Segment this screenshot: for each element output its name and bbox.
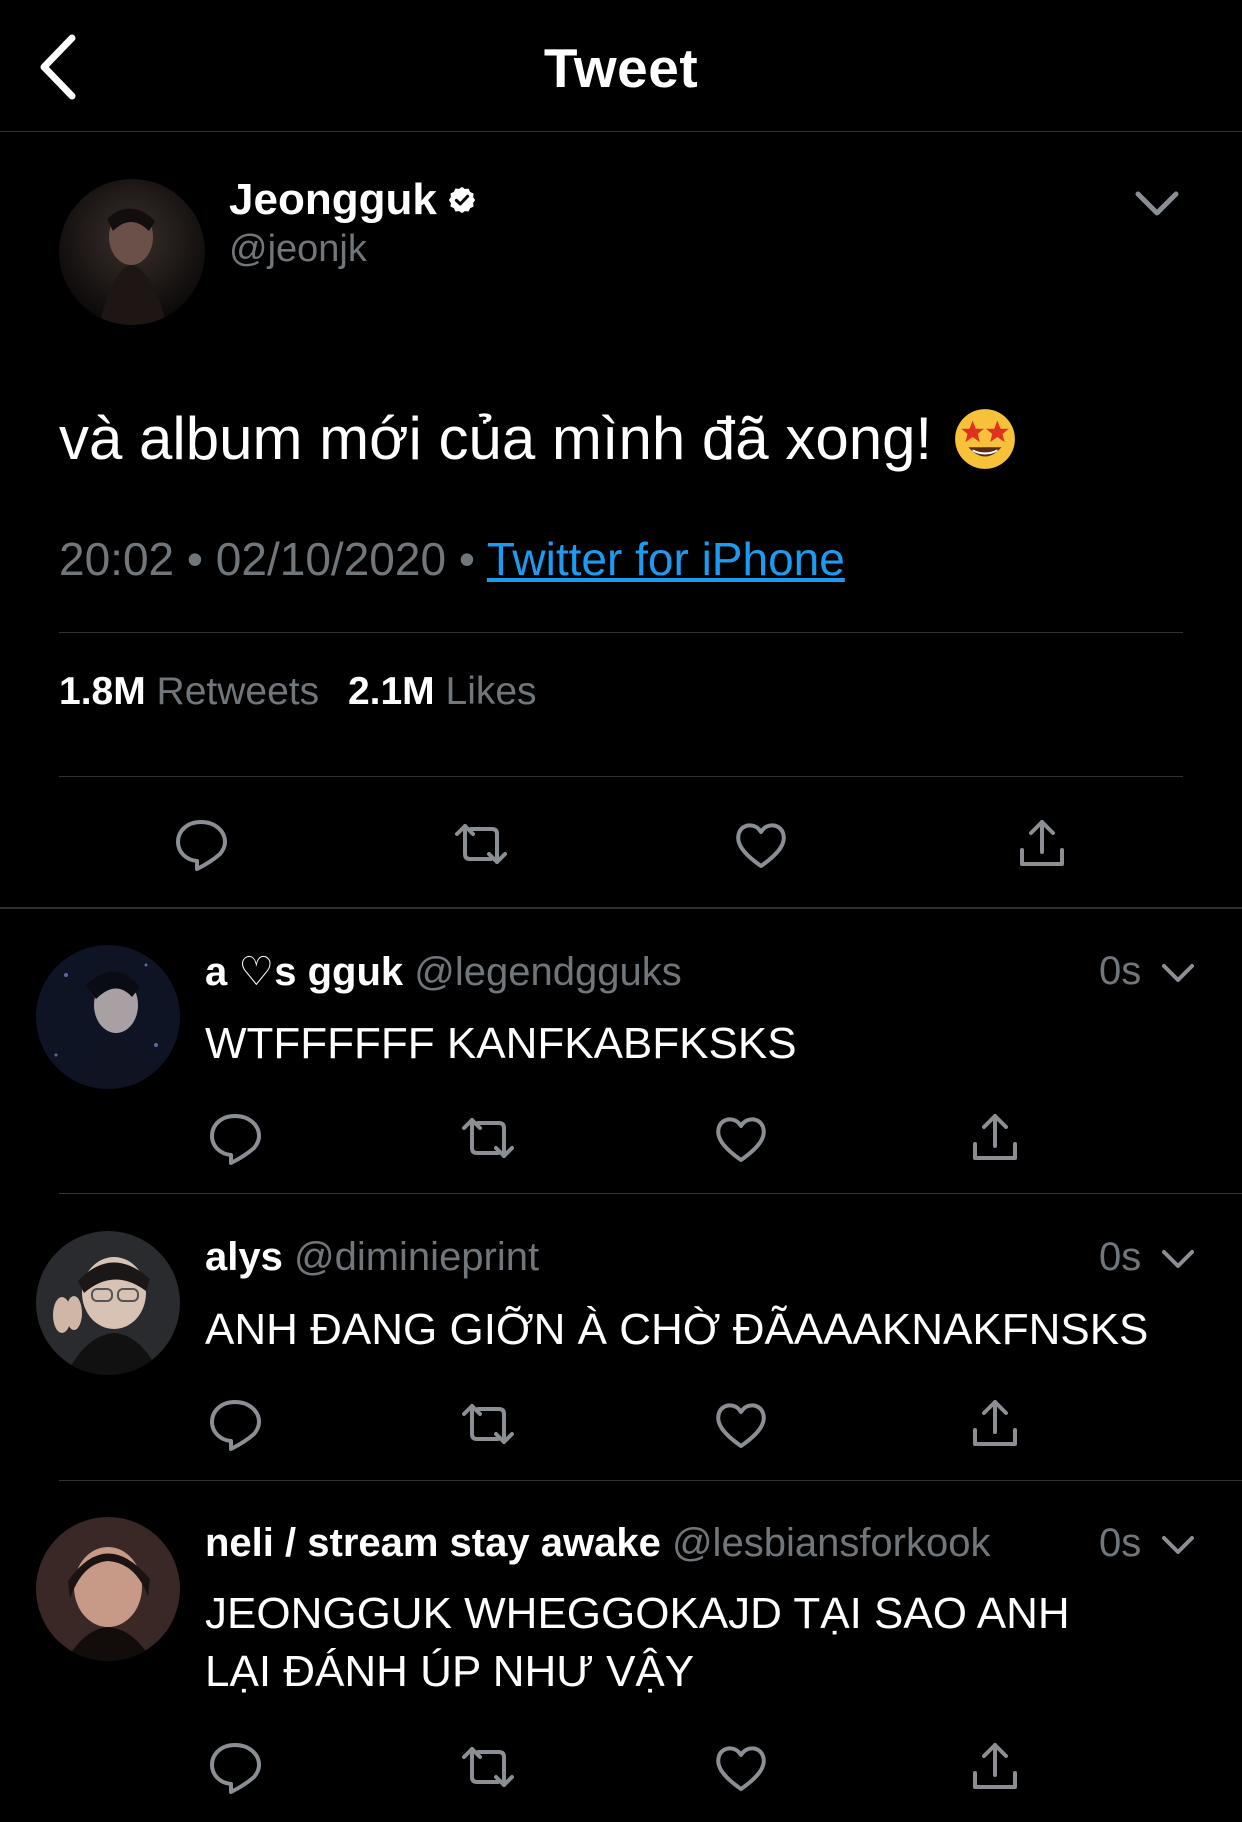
retweet-icon[interactable] xyxy=(458,1737,518,1797)
share-icon[interactable] xyxy=(965,1737,1025,1797)
section-divider xyxy=(0,907,1242,909)
retweet-icon[interactable] xyxy=(458,1394,518,1454)
top-bar: Tweet xyxy=(0,0,1242,132)
reply-text: ANH ĐANG GIỠN À CHỜ ĐÃAAAKNAKFNSKS xyxy=(205,1305,1149,1354)
reply-icon[interactable] xyxy=(205,1737,265,1797)
author-handle[interactable]: @jeonjk xyxy=(229,228,367,271)
retweets-stat[interactable]: 1.8M Retweets xyxy=(59,670,319,713)
reply-avatar[interactable] xyxy=(36,945,180,1089)
chevron-down-icon[interactable] xyxy=(1160,1531,1196,1561)
share-icon[interactable] xyxy=(1012,814,1072,874)
reply-author-name[interactable]: neli / stream stay awake xyxy=(205,1521,661,1565)
chevron-down-icon[interactable] xyxy=(1160,959,1196,989)
reply-icon[interactable] xyxy=(171,814,231,874)
reply-author-handle[interactable]: @legendgguks xyxy=(414,950,681,994)
reply-avatar[interactable] xyxy=(36,1517,180,1661)
divider xyxy=(59,1480,1242,1481)
reply-time: 0s xyxy=(1099,1235,1142,1279)
tweet-stats: 1.8M Retweets 2.1M Likes xyxy=(59,670,537,714)
retweet-icon[interactable] xyxy=(458,1108,518,1168)
reply-time: 0s xyxy=(1099,949,1142,993)
like-heart-icon[interactable] xyxy=(731,814,791,874)
divider xyxy=(59,632,1183,633)
retweet-icon[interactable] xyxy=(451,814,511,874)
share-icon[interactable] xyxy=(965,1108,1025,1168)
tweet-text: và album mới của mình đã xong! xyxy=(59,404,1018,473)
like-heart-icon[interactable] xyxy=(711,1737,771,1797)
like-heart-icon[interactable] xyxy=(711,1108,771,1168)
tweet-meta: 20:02 • 02/10/2020 • Twitter for iPhone xyxy=(59,533,845,585)
reply-author-handle[interactable]: @diminieprint xyxy=(294,1235,539,1279)
reply-text: JEONGGUK WHEGGOKAJD TẠI SAO ANH LẠI ĐÁNH… xyxy=(205,1589,1070,1696)
reply-icon[interactable] xyxy=(205,1394,265,1454)
reply-text: WTFFFFFF KANFKABFKSKS xyxy=(205,1019,797,1068)
reply-header: a ♡s gguk @legendgguks xyxy=(205,949,682,995)
author-name[interactable]: Jeongguk xyxy=(229,175,477,225)
reply-author-handle[interactable]: @lesbiansforkook xyxy=(672,1521,991,1565)
reply-header: alys @diminieprint xyxy=(205,1235,539,1280)
reply-icon[interactable] xyxy=(205,1108,265,1168)
divider xyxy=(59,1193,1242,1194)
divider xyxy=(59,776,1183,777)
reply-author-name[interactable]: a ♡s gguk xyxy=(205,950,403,994)
reply-author-name[interactable]: alys xyxy=(205,1235,283,1279)
like-heart-icon[interactable] xyxy=(711,1394,771,1454)
chevron-down-icon[interactable] xyxy=(1132,184,1182,224)
reply-time: 0s xyxy=(1099,1521,1142,1565)
page-title: Tweet xyxy=(543,37,699,99)
author-avatar[interactable] xyxy=(59,179,205,325)
tweet-source-link[interactable]: Twitter for iPhone xyxy=(487,533,845,585)
share-icon[interactable] xyxy=(965,1394,1025,1454)
chevron-down-icon[interactable] xyxy=(1160,1245,1196,1275)
tweet-date: 02/10/2020 xyxy=(215,533,447,585)
star-struck-emoji-icon xyxy=(955,408,1016,469)
verified-badge-icon xyxy=(448,186,475,214)
reply-header: neli / stream stay awake @lesbiansforkoo… xyxy=(205,1521,991,1566)
reply-avatar[interactable] xyxy=(36,1231,180,1375)
tweet-time: 20:02 xyxy=(59,533,175,585)
tweet-actions xyxy=(0,814,1242,914)
likes-stat[interactable]: 2.1M Likes xyxy=(348,670,537,713)
